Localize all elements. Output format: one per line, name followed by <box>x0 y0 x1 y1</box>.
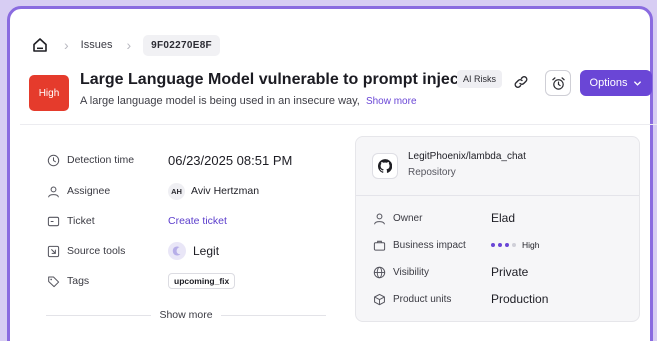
create-ticket-link[interactable]: Create ticket <box>168 215 227 227</box>
tags-label: Tags <box>67 275 90 287</box>
source-tool-icon <box>46 244 60 258</box>
alarm-clock-button[interactable] <box>545 70 571 96</box>
header-divider <box>20 124 657 125</box>
business-impact-value: High <box>491 240 539 250</box>
assignee-row: Assignee AH Aviv Hertzman <box>46 181 259 201</box>
impact-level-dots <box>491 243 516 247</box>
options-button[interactable]: Options <box>580 70 652 96</box>
product-units-value: Production <box>491 292 549 306</box>
tag-chip: upcoming_fix <box>168 273 236 289</box>
source-tools-value: Legit <box>193 244 220 258</box>
alarm-clock-icon <box>551 76 565 90</box>
ai-risks-tag: AI Risks <box>457 70 503 88</box>
source-tools-label: Source tools <box>67 245 126 257</box>
github-icon <box>372 153 398 179</box>
tags-row: Tags upcoming_fix <box>46 271 236 291</box>
detection-time-label: Detection time <box>67 154 135 166</box>
show-more-description-link[interactable]: Show more <box>366 96 417 107</box>
issue-description-text: A large language model is being used in … <box>80 95 360 107</box>
legit-logo-icon <box>168 242 186 260</box>
detection-time-value: 06/23/2025 08:51 PM <box>168 152 293 168</box>
source-tools-row: Source tools Legit <box>46 241 219 261</box>
user-icon <box>46 184 60 198</box>
visibility-value: Private <box>491 265 529 279</box>
chevron-right-icon: › <box>126 37 132 53</box>
business-impact-label: Business impact <box>393 239 466 251</box>
assignee-value[interactable]: Aviv Hertzman <box>191 185 259 197</box>
link-icon[interactable] <box>512 73 530 91</box>
user-icon <box>372 211 386 225</box>
briefcase-icon <box>372 238 386 252</box>
home-icon[interactable] <box>30 35 50 55</box>
visibility-row: Visibility Private <box>372 263 528 281</box>
assignee-label: Assignee <box>67 185 111 197</box>
product-units-row: Product units Production <box>372 290 548 308</box>
issue-panel: › Issues › 9F02270E8F High Large Languag… <box>7 6 657 341</box>
repository-name[interactable]: LegitPhoenix/lambda_chat <box>408 151 526 162</box>
impact-dot <box>498 243 502 247</box>
avatar: AH <box>168 182 185 200</box>
business-impact-text: High <box>522 240 540 250</box>
chevron-right-icon: › <box>64 37 69 53</box>
tag-icon <box>46 274 60 288</box>
owner-label: Owner <box>393 212 423 224</box>
detection-time-row: Detection time 06/23/2025 08:51 PM <box>46 150 292 170</box>
business-impact-row: Business impact High <box>372 236 539 254</box>
owner-value: Elad <box>491 211 516 225</box>
ticket-icon <box>46 214 60 228</box>
issue-description: A large language model is being used in … <box>80 95 417 107</box>
show-more-button[interactable]: Show more <box>151 309 220 321</box>
ticket-label: Ticket <box>67 215 95 227</box>
chevron-down-icon <box>634 80 642 86</box>
impact-dot <box>512 243 516 247</box>
breadcrumb: › Issues › 9F02270E8F <box>30 31 220 59</box>
globe-icon <box>372 265 386 279</box>
options-label: Options <box>589 77 628 89</box>
severity-badge: High <box>29 75 69 111</box>
owner-row: Owner Elad <box>372 209 515 227</box>
visibility-label: Visibility <box>393 266 429 278</box>
breadcrumb-issues[interactable]: Issues <box>81 39 113 51</box>
product-units-label: Product units <box>393 293 452 305</box>
impact-dot <box>505 243 509 247</box>
repository-divider <box>356 195 639 196</box>
clock-icon <box>46 153 60 167</box>
repository-header: LegitPhoenix/lambda_chat Repository <box>372 151 526 179</box>
show-more-divider: Show more <box>46 307 327 323</box>
issue-title: Large Language Model vulnerable to promp… <box>80 71 489 88</box>
impact-dot <box>491 243 495 247</box>
ticket-row: Ticket Create ticket <box>46 211 227 231</box>
breadcrumb-issue-id: 9F02270E8F <box>143 34 220 56</box>
repository-card: LegitPhoenix/lambda_chat Repository Owne… <box>355 136 640 322</box>
repository-type: Repository <box>408 167 456 178</box>
cube-icon <box>372 292 386 306</box>
